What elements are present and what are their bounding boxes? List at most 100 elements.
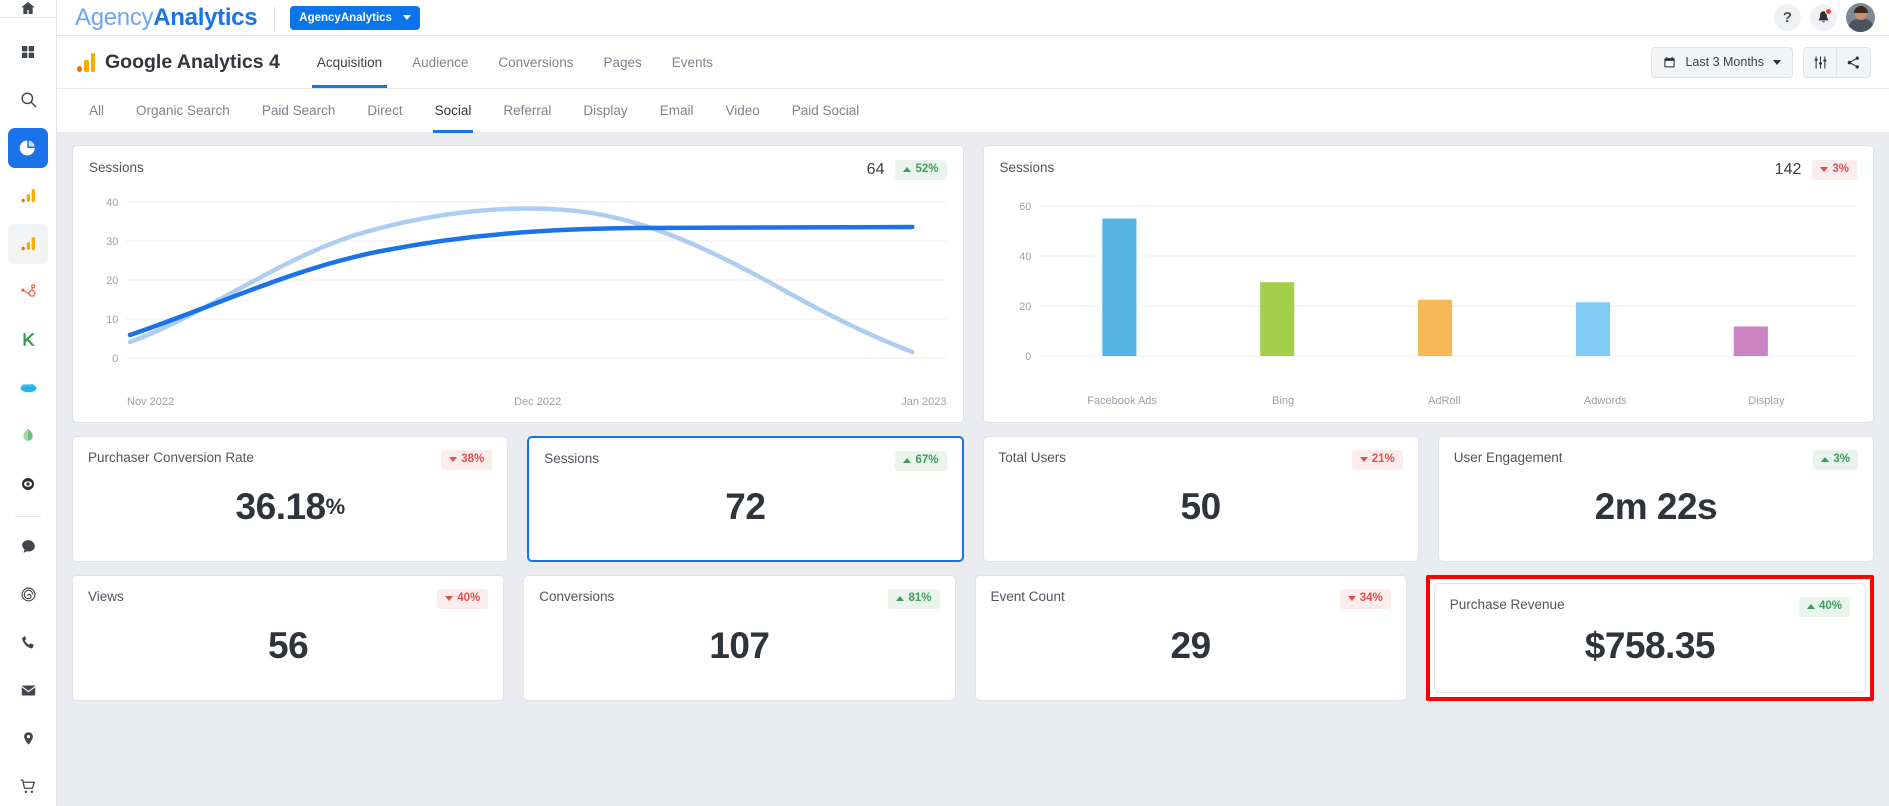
kpi-wrap-event-count: Event Count 34% 29 <box>975 575 1407 701</box>
app-root: AgencyAnalytics AgencyAnalytics ? <box>0 0 1889 806</box>
sidebar-item-google-analytics[interactable] <box>8 176 48 216</box>
sidebar-item-google-analytics-4[interactable] <box>8 224 48 264</box>
kpi-card-total-users[interactable]: Total Users 21% 50 <box>983 436 1419 562</box>
subnav-item-social[interactable]: Social <box>419 89 488 133</box>
kpi-wrap-user-engagement: User Engagement 3% 2m 22s <box>1438 436 1874 562</box>
report-header-actions: Last 3 Months <box>1651 47 1871 78</box>
avatar[interactable] <box>1846 3 1875 32</box>
x-tick-label: Jan 2023 <box>901 396 946 408</box>
kpi-card-views[interactable]: Views 40% 56 <box>72 575 504 701</box>
subnav-item-all[interactable]: All <box>77 89 120 133</box>
x-tick-label: Dec 2022 <box>514 396 561 408</box>
sidebar-item-messages[interactable] <box>8 526 48 566</box>
report-header: Google Analytics 4 Acquisition Audience … <box>57 36 1889 88</box>
subnav-label: Paid Social <box>792 103 860 118</box>
account-switcher-button[interactable]: AgencyAnalytics <box>290 6 420 30</box>
home-button[interactable] <box>0 0 56 18</box>
line-chart-delta-badge: 52% <box>895 160 946 180</box>
date-range-label: Last 3 Months <box>1685 55 1764 69</box>
bar-chart-x-axis: Facebook Ads Bing AdRoll Adwords Display <box>1042 395 1848 407</box>
kpi-row-2: Views 40% 56 Conversions <box>72 575 1874 701</box>
subnav-item-paid-social[interactable]: Paid Social <box>776 89 876 133</box>
topbar-actions: ? <box>1774 3 1875 32</box>
sidebar-item-tracking[interactable] <box>8 464 48 504</box>
tab-events[interactable]: Events <box>657 36 728 88</box>
sidebar-item-email[interactable] <box>8 670 48 710</box>
kpi-card-conversions[interactable]: Conversions 81% 107 <box>523 575 955 701</box>
tab-conversions[interactable]: Conversions <box>483 36 588 88</box>
hubspot-icon <box>20 283 37 300</box>
subnav-item-display[interactable]: Display <box>567 89 643 133</box>
kpi-value: 36.18% <box>88 466 492 549</box>
kpi-label: Sessions <box>544 451 599 466</box>
share-icon <box>1846 55 1861 70</box>
filter-settings-button[interactable] <box>1803 47 1837 78</box>
kpi-card-purchaser-conversion-rate[interactable]: Purchaser Conversion Rate 38% 36.18% <box>72 436 508 562</box>
spiral-target-icon <box>20 586 37 603</box>
notifications-button[interactable] <box>1810 4 1837 31</box>
sidebar-item-dashboard[interactable] <box>8 128 48 168</box>
sidebar-item-apps[interactable] <box>8 32 48 72</box>
kpi-value: 29 <box>991 605 1391 688</box>
kpi-value: 72 <box>544 467 946 548</box>
kpi-wrap-views: Views 40% 56 <box>72 575 504 701</box>
tab-audience[interactable]: Audience <box>397 36 483 88</box>
subnav-item-paid-search[interactable]: Paid Search <box>246 89 352 133</box>
svg-text:20: 20 <box>106 274 118 286</box>
subnav-label: All <box>89 103 104 118</box>
sidebar-item-ecommerce[interactable] <box>8 766 48 806</box>
kpi-card-event-count[interactable]: Event Count 34% 29 <box>975 575 1407 701</box>
subnav-item-referral[interactable]: Referral <box>487 89 567 133</box>
bar-chart-header: Sessions 142 3% <box>1000 160 1858 180</box>
sidebar-item-search[interactable] <box>8 80 48 120</box>
svg-text:30: 30 <box>106 235 118 247</box>
bar-chart-value: 142 <box>1775 161 1802 179</box>
sessions-bar-chart-card: Sessions 142 3% <box>983 145 1875 423</box>
subnav-item-email[interactable]: Email <box>644 89 710 133</box>
map-pin-icon <box>21 730 36 747</box>
kpi-delta-text: 38% <box>461 454 484 466</box>
help-icon: ? <box>1783 10 1792 25</box>
kpi-value-number: 107 <box>709 625 769 667</box>
subnav-item-video[interactable]: Video <box>709 89 775 133</box>
line-chart-summary: 64 52% <box>867 160 947 180</box>
charts-row: Sessions 64 52% <box>72 145 1874 423</box>
subnav-label: Referral <box>503 103 551 118</box>
sidebar-item-campaigns[interactable] <box>8 574 48 614</box>
kpi-delta-text: 67% <box>915 455 938 467</box>
arrow-up-icon <box>1821 457 1829 462</box>
kpi-value-suffix: % <box>326 494 345 520</box>
sidebar-item-salesforce[interactable] <box>8 368 48 408</box>
kpi-card-sessions[interactable]: Sessions 67% 72 <box>527 436 963 562</box>
grid-apps-icon <box>20 44 36 60</box>
sidebar-item-klaviyo[interactable] <box>8 320 48 360</box>
bar-chart-title: Sessions <box>1000 160 1055 175</box>
share-button[interactable] <box>1837 47 1871 78</box>
line-chart-delta-text: 52% <box>915 164 938 176</box>
channel-subnav: All Organic Search Paid Search Direct So… <box>57 88 1889 132</box>
tab-acquisition[interactable]: Acquisition <box>302 36 397 88</box>
sidebar-item-mailchimp[interactable] <box>8 416 48 456</box>
subnav-item-direct[interactable]: Direct <box>351 89 418 133</box>
kpi-card-purchase-revenue[interactable]: Purchase Revenue 40% $758.35 <box>1434 583 1866 693</box>
subnav-label: Organic Search <box>136 103 230 118</box>
salesforce-cloud-icon <box>19 378 38 397</box>
kpi-delta-text: 40% <box>457 593 480 605</box>
sidebar-item-calls[interactable] <box>8 622 48 662</box>
chat-bubble-icon <box>20 538 37 555</box>
brand-logo[interactable]: AgencyAnalytics <box>75 6 257 30</box>
chevron-down-icon <box>403 15 411 20</box>
sidebar-item-hubspot[interactable] <box>8 272 48 312</box>
date-range-button[interactable]: Last 3 Months <box>1651 47 1793 78</box>
sidebar-item-local[interactable] <box>8 718 48 758</box>
tab-pages[interactable]: Pages <box>588 36 656 88</box>
kpi-card-user-engagement[interactable]: User Engagement 3% 2m 22s <box>1438 436 1874 562</box>
arrow-down-icon <box>1348 596 1356 601</box>
global-topbar: AgencyAnalytics AgencyAnalytics ? <box>57 0 1889 36</box>
kpi-wrap-purchaser-conversion-rate: Purchaser Conversion Rate 38% 36.18% <box>72 436 508 562</box>
arrow-up-icon <box>903 458 911 463</box>
svg-text:10: 10 <box>106 313 118 325</box>
subnav-item-organic-search[interactable]: Organic Search <box>120 89 246 133</box>
line-chart-plot: 40 30 20 10 0 Nov 2022 Dec 2022 <box>89 184 947 406</box>
help-button[interactable]: ? <box>1774 4 1801 31</box>
